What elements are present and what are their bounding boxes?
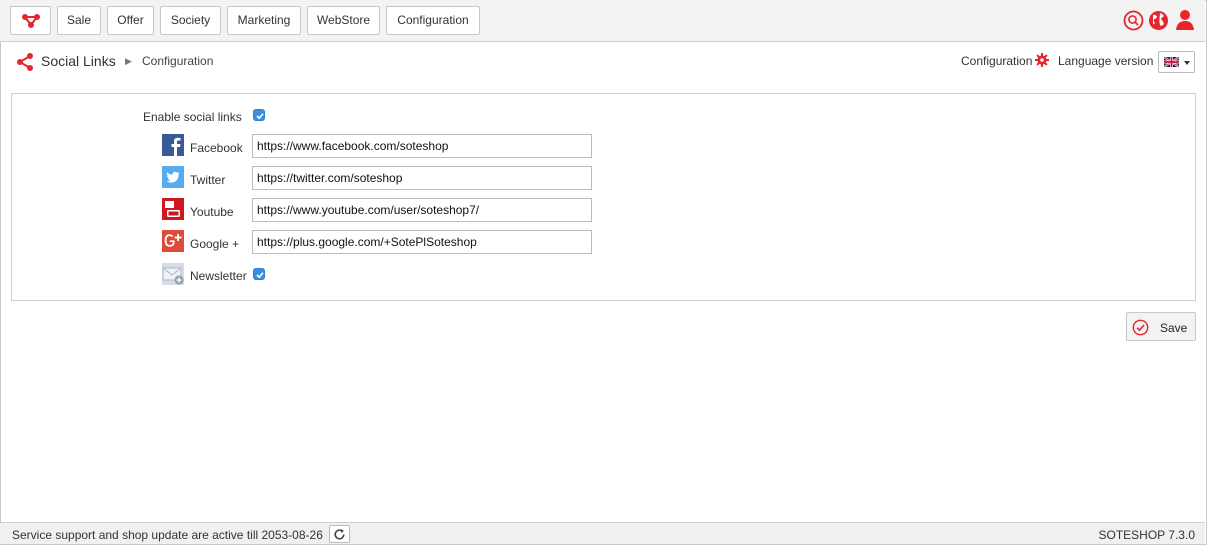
home-logo-button[interactable]	[10, 6, 51, 35]
user-icon[interactable]	[1175, 9, 1195, 34]
chevron-down-icon	[1184, 61, 1190, 65]
gear-icon[interactable]	[1035, 53, 1049, 70]
google-plus-icon	[162, 230, 184, 252]
twitter-label: Twitter	[190, 173, 226, 187]
nav-sale[interactable]: Sale	[57, 6, 101, 35]
google-plus-label: Google +	[190, 237, 240, 251]
youtube-label: Youtube	[190, 205, 234, 219]
check-circle-icon	[1132, 319, 1149, 336]
support-status-text: Service support and shop update are acti…	[12, 528, 323, 542]
search-icon[interactable]	[1123, 10, 1144, 34]
enable-social-links-checkbox[interactable]	[253, 109, 265, 121]
google-plus-url-input[interactable]	[252, 230, 592, 254]
enable-social-links-label: Enable social links	[143, 110, 242, 124]
save-button-label: Save	[1160, 321, 1188, 335]
nav-offer[interactable]: Offer	[107, 6, 154, 35]
twitter-icon	[162, 166, 184, 188]
nav-marketing[interactable]: Marketing	[227, 6, 301, 35]
nav-webstore[interactable]: WebStore	[307, 6, 380, 35]
top-navigation: Sale Offer Society Marketing WebStore Co…	[0, 0, 1205, 42]
refresh-button[interactable]	[329, 525, 350, 543]
newsletter-checkbox[interactable]	[253, 268, 265, 280]
facebook-url-input[interactable]	[252, 134, 592, 158]
newsletter-icon	[162, 263, 184, 285]
youtube-icon	[162, 198, 184, 220]
refresh-icon	[334, 529, 345, 540]
configuration-link[interactable]: Configuration	[961, 54, 1032, 68]
youtube-url-input[interactable]	[252, 198, 592, 222]
soteshop-logo-icon	[22, 14, 40, 28]
breadcrumb-current: Configuration	[142, 54, 214, 68]
page-title[interactable]: Social Links	[41, 53, 116, 69]
newsletter-label: Newsletter	[190, 269, 247, 283]
breadcrumb: Social Links ▶ Configuration Configurati…	[0, 43, 1205, 81]
facebook-icon	[162, 134, 184, 156]
share-icon	[16, 53, 34, 74]
footer: Service support and shop update are acti…	[0, 522, 1205, 544]
nav-configuration[interactable]: Configuration	[386, 6, 480, 35]
social-links-form	[11, 93, 1196, 301]
uk-flag-icon	[1164, 57, 1179, 67]
breadcrumb-separator-icon: ▶	[125, 56, 132, 66]
save-button[interactable]: Save	[1126, 312, 1196, 341]
nav-society[interactable]: Society	[160, 6, 221, 35]
twitter-url-input[interactable]	[252, 166, 592, 190]
globe-icon[interactable]	[1148, 10, 1169, 34]
language-select[interactable]	[1158, 51, 1195, 73]
app-version: SOTESHOP 7.3.0	[1098, 528, 1196, 542]
facebook-label: Facebook	[190, 141, 243, 155]
language-version-label: Language version	[1058, 54, 1154, 68]
